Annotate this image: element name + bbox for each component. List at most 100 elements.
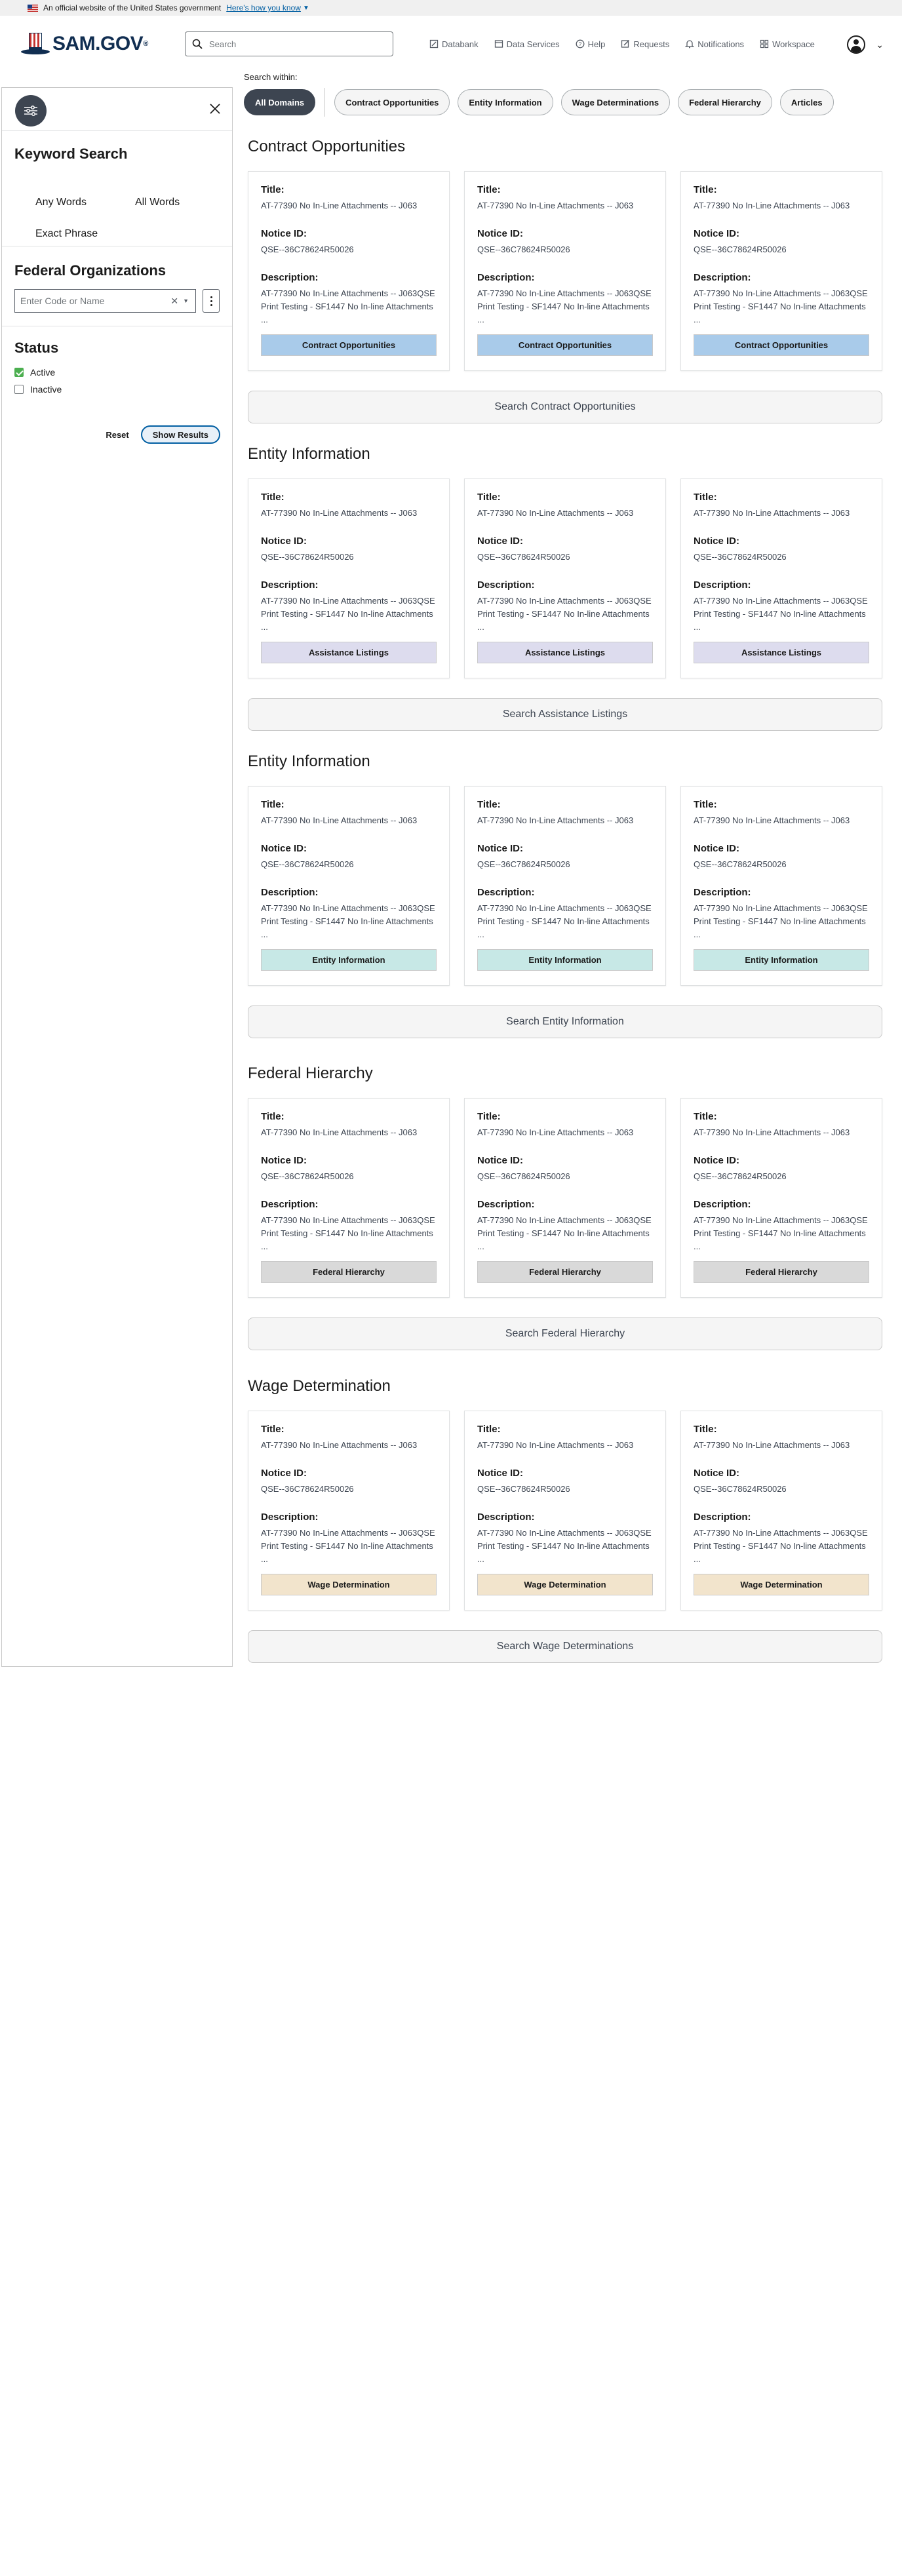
inactive-checkbox[interactable]: [14, 385, 24, 394]
result-card[interactable]: Title: AT-77390 No In-Line Attachments --…: [464, 1411, 666, 1610]
card-domain-button[interactable]: Entity Information: [694, 949, 869, 971]
card-notice-label: Notice ID:: [694, 536, 740, 547]
federal-org-combobox[interactable]: Enter Code or Name ✕ ▼: [14, 289, 197, 313]
filter-toggle-button[interactable]: [15, 95, 47, 127]
nav-requests[interactable]: Requests: [621, 39, 669, 49]
domain-pill-contract-opportunities[interactable]: Contract Opportunities: [334, 89, 450, 115]
card-domain-button[interactable]: Contract Opportunities: [477, 334, 653, 356]
federal-organizations-heading: Federal Organizations: [14, 262, 167, 279]
card-title-value: AT-77390 No In-Line Attachments -- J063: [694, 201, 850, 210]
card-domain-button[interactable]: Entity Information: [477, 949, 653, 971]
avatar-icon[interactable]: [847, 35, 866, 54]
result-card[interactable]: Title: AT-77390 No In-Line Attachments --…: [248, 171, 450, 371]
keyword-option-exact-phrase[interactable]: Exact Phrase: [35, 228, 98, 240]
nav-notifications[interactable]: Notifications: [685, 39, 744, 49]
result-section: Contract Opportunities Title: AT-77390 No …: [248, 138, 882, 423]
card-notice-value: QSE--36C78624R50026: [694, 552, 787, 562]
nav-data-services[interactable]: Data Services: [494, 39, 560, 49]
nav-workspace[interactable]: Workspace: [760, 39, 815, 49]
nav-databank[interactable]: Databank: [429, 39, 479, 49]
search-all-button[interactable]: Search Entity Information: [248, 1005, 882, 1038]
card-domain-button[interactable]: Wage Determination: [694, 1574, 869, 1595]
nav-help[interactable]: ? Help: [576, 39, 606, 49]
card-domain-button[interactable]: Contract Opportunities: [261, 334, 437, 356]
card-description-label: Description:: [477, 1199, 535, 1210]
result-card[interactable]: Title: AT-77390 No In-Line Attachments --…: [680, 1098, 882, 1298]
chevron-down-icon[interactable]: ▼: [303, 5, 309, 12]
card-description-value: AT-77390 No In-Line Attachments -- J063Q…: [477, 1528, 652, 1564]
heres-how-you-know-link[interactable]: Here's how you know: [226, 3, 301, 12]
section-title: Federal Hierarchy: [248, 1064, 373, 1082]
card-notice-label: Notice ID:: [477, 1155, 524, 1166]
card-description-label: Description:: [261, 272, 319, 283]
logo-text: SAM.GOV: [52, 33, 144, 54]
card-domain-button[interactable]: Contract Opportunities: [694, 334, 869, 356]
card-domain-button[interactable]: Federal Hierarchy: [694, 1261, 869, 1283]
domain-pill-federal-hierarchy[interactable]: Federal Hierarchy: [678, 89, 772, 115]
result-card[interactable]: Title: AT-77390 No In-Line Attachments --…: [680, 786, 882, 986]
result-card[interactable]: Title: AT-77390 No In-Line Attachments --…: [464, 1098, 666, 1298]
search-all-button[interactable]: Search Federal Hierarchy: [248, 1317, 882, 1350]
global-search-input[interactable]: [209, 39, 380, 49]
card-description-value: AT-77390 No In-Line Attachments -- J063Q…: [261, 1528, 435, 1564]
banner-text: An official website of the United States…: [43, 3, 222, 12]
status-inactive-label: Inactive: [30, 384, 62, 395]
nav-workspace-label: Workspace: [772, 39, 815, 49]
search-all-button[interactable]: Search Wage Determinations: [248, 1630, 882, 1663]
card-description-value: AT-77390 No In-Line Attachments -- J063Q…: [694, 1215, 868, 1251]
card-domain-button[interactable]: Assistance Listings: [477, 642, 653, 663]
reset-button[interactable]: Reset: [106, 430, 128, 440]
chevron-down-icon[interactable]: ⌄: [876, 39, 884, 50]
card-description-label: Description:: [694, 272, 751, 283]
card-title-label: Title:: [477, 184, 501, 195]
more-options-button[interactable]: [203, 289, 220, 313]
result-card[interactable]: Title: AT-77390 No In-Line Attachments --…: [464, 478, 666, 678]
card-domain-button[interactable]: Wage Determination: [261, 1574, 437, 1595]
section-title: Wage Determination: [248, 1377, 391, 1395]
workspace-icon: [760, 39, 769, 49]
clear-icon[interactable]: ✕: [170, 296, 178, 307]
nav-help-label: Help: [587, 39, 606, 49]
domain-pill-all[interactable]: All Domains: [244, 89, 316, 115]
domain-pill-entity-information[interactable]: Entity Information: [458, 89, 553, 115]
result-card[interactable]: Title: AT-77390 No In-Line Attachments --…: [248, 478, 450, 678]
search-all-button[interactable]: Search Contract Opportunities: [248, 391, 882, 423]
sidebar-header: [2, 88, 232, 131]
keyword-option-all-words[interactable]: All Words: [135, 197, 180, 208]
active-checkbox[interactable]: [14, 368, 24, 377]
card-notice-label: Notice ID:: [694, 1155, 740, 1166]
card-title-label: Title:: [477, 492, 501, 503]
card-domain-button[interactable]: Assistance Listings: [261, 642, 437, 663]
result-card[interactable]: Title: AT-77390 No In-Line Attachments --…: [248, 1098, 450, 1298]
card-title-value: AT-77390 No In-Line Attachments -- J063: [477, 201, 634, 210]
sam-gov-logo[interactable]: SAM.GOV ®: [21, 31, 168, 57]
card-description-value: AT-77390 No In-Line Attachments -- J063Q…: [477, 1215, 652, 1251]
card-domain-button[interactable]: Assistance Listings: [694, 642, 869, 663]
caret-down-icon[interactable]: ▼: [183, 298, 189, 304]
domain-pill-wage-determinations[interactable]: Wage Determinations: [560, 89, 671, 115]
card-domain-button[interactable]: Entity Information: [261, 949, 437, 971]
global-search[interactable]: [185, 31, 393, 56]
close-sidebar-button[interactable]: [207, 101, 223, 117]
result-card[interactable]: Title: AT-77390 No In-Line Attachments --…: [248, 1411, 450, 1610]
card-notice-label: Notice ID:: [694, 1468, 740, 1479]
section-title: Entity Information: [248, 752, 370, 770]
result-card[interactable]: Title: AT-77390 No In-Line Attachments --…: [248, 786, 450, 986]
search-all-button[interactable]: Search Assistance Listings: [248, 698, 882, 731]
card-domain-button[interactable]: Wage Determination: [477, 1574, 653, 1595]
card-notice-label: Notice ID:: [477, 1468, 524, 1479]
show-results-button[interactable]: Show Results: [140, 425, 220, 444]
result-card[interactable]: Title: AT-77390 No In-Line Attachments --…: [464, 171, 666, 371]
result-card[interactable]: Title: AT-77390 No In-Line Attachments --…: [464, 786, 666, 986]
card-notice-label: Notice ID:: [477, 843, 524, 854]
domain-pill-articles[interactable]: Articles: [779, 89, 834, 115]
result-card[interactable]: Title: AT-77390 No In-Line Attachments --…: [680, 1411, 882, 1610]
result-card[interactable]: Title: AT-77390 No In-Line Attachments --…: [680, 478, 882, 678]
result-card[interactable]: Title: AT-77390 No In-Line Attachments --…: [680, 171, 882, 371]
status-inactive-option[interactable]: Inactive: [14, 384, 220, 395]
status-active-option[interactable]: Active: [14, 367, 220, 378]
card-domain-button[interactable]: Federal Hierarchy: [477, 1261, 653, 1283]
user-menu[interactable]: ⌄: [847, 35, 884, 54]
card-domain-button[interactable]: Federal Hierarchy: [261, 1261, 437, 1283]
keyword-option-any-words[interactable]: Any Words: [35, 197, 87, 208]
